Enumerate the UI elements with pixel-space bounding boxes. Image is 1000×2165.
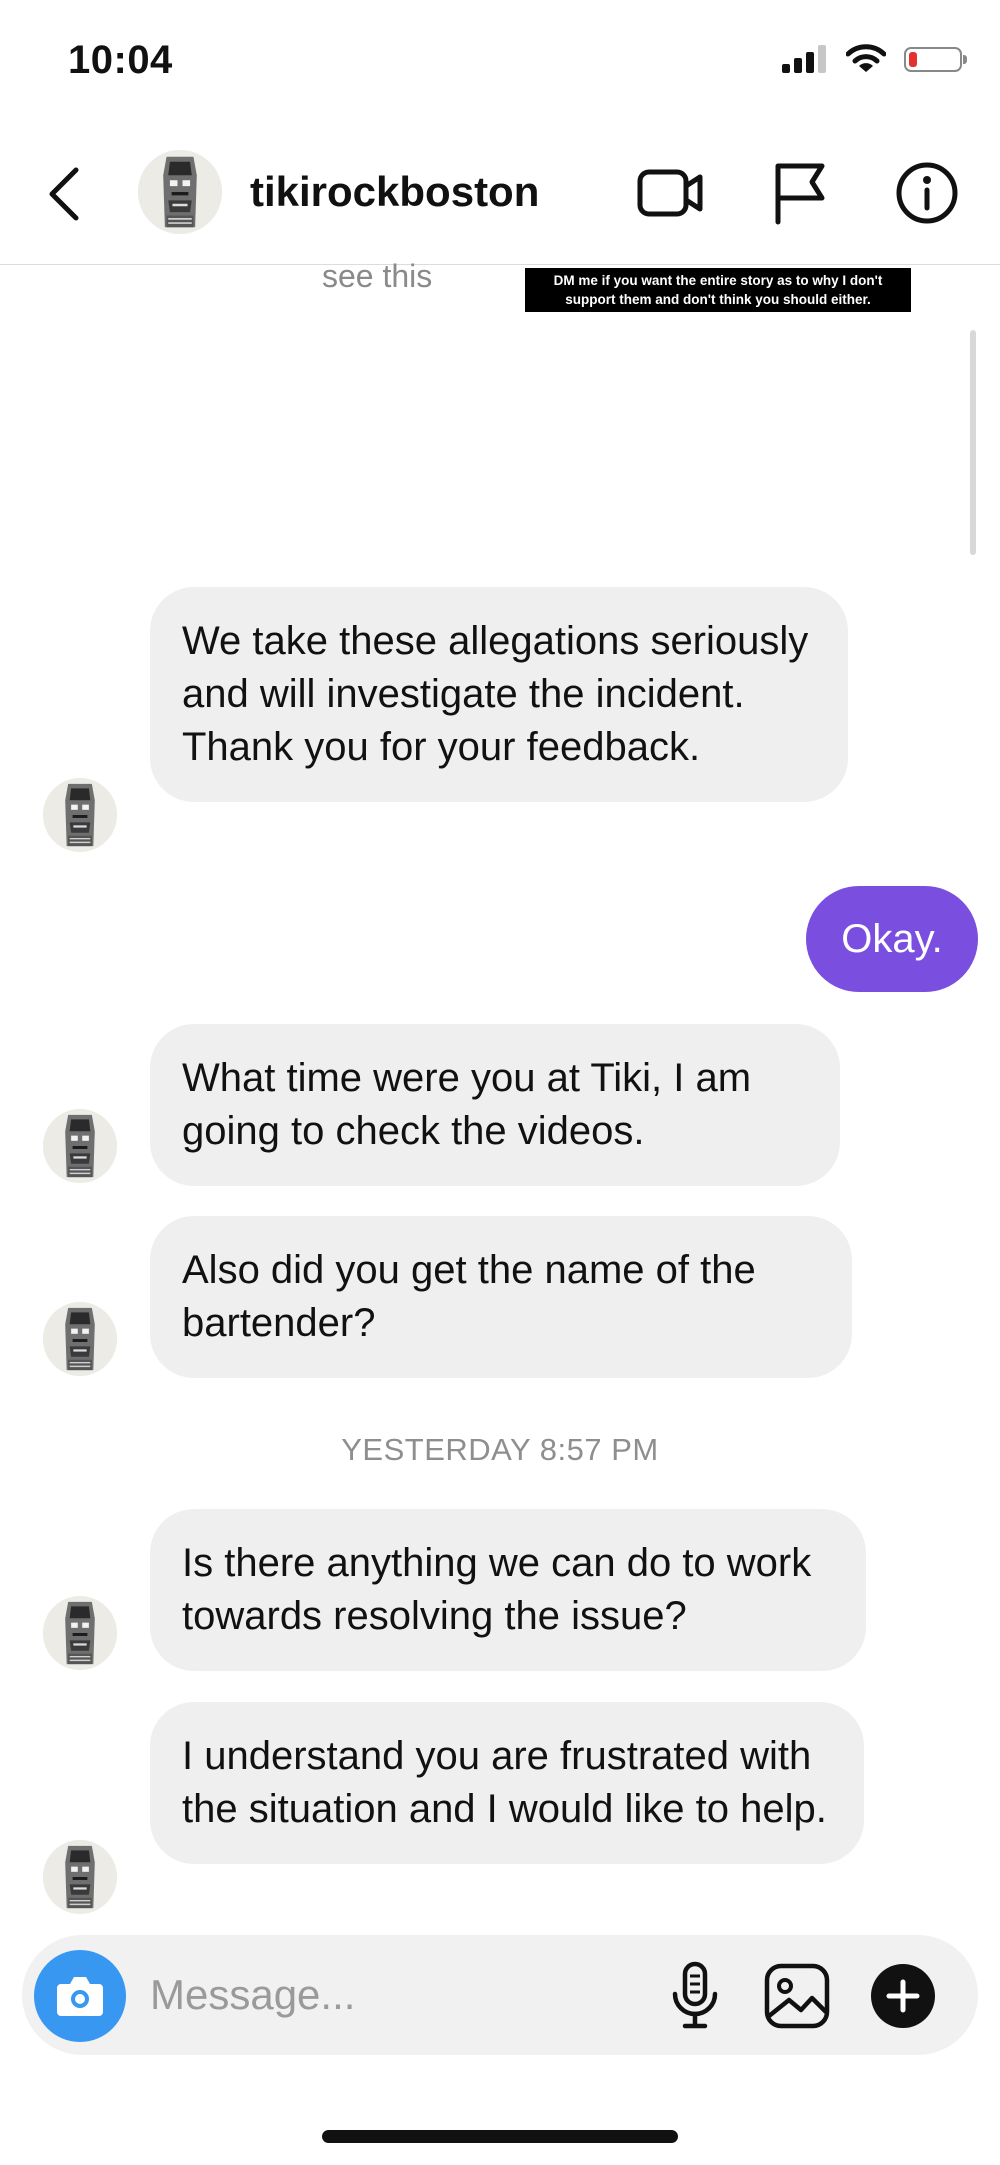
story-caption[interactable]: DM me if you want the entire story as to… [525,268,911,312]
incoming-message[interactable]: I understand you are frustrated with the… [150,1702,864,1864]
sender-avatar[interactable] [43,1596,117,1670]
gallery-icon[interactable] [762,1960,832,2032]
incoming-message[interactable]: We take these allegations seriously and … [150,587,848,802]
microphone-icon[interactable] [660,1960,730,2032]
outgoing-message[interactable]: Okay. [806,886,978,992]
sender-avatar[interactable] [43,1109,117,1183]
flag-icon[interactable] [766,160,836,226]
sender-avatar[interactable] [43,778,117,852]
signal-icon [782,45,826,73]
camera-icon [57,1977,103,2016]
status-time: 10:04 [68,38,173,82]
conversation-username[interactable]: tikirockboston [250,168,539,216]
avatar[interactable] [138,150,222,234]
scrollbar[interactable] [970,330,976,555]
incoming-message[interactable]: Is there anything we can do to work towa… [150,1509,866,1671]
sender-avatar[interactable] [43,1840,117,1914]
back-icon[interactable] [40,164,90,224]
incoming-message[interactable]: Also did you get the name of the bartend… [150,1216,852,1378]
video-call-icon[interactable] [636,160,706,226]
story-reply-text: see this [322,258,433,294]
sender-avatar[interactable] [43,1302,117,1376]
battery-icon [904,46,967,72]
timestamp: YESTERDAY 8:57 PM [341,1432,659,1467]
add-icon[interactable] [868,1960,938,2032]
info-icon[interactable] [892,160,962,226]
message-input[interactable] [150,1960,640,2030]
camera-button[interactable] [34,1950,126,2042]
status-icons [782,44,967,74]
incoming-message[interactable]: What time were you at Tiki, I am going t… [150,1024,840,1186]
wifi-icon [846,44,886,72]
home-indicator[interactable] [322,2130,678,2143]
